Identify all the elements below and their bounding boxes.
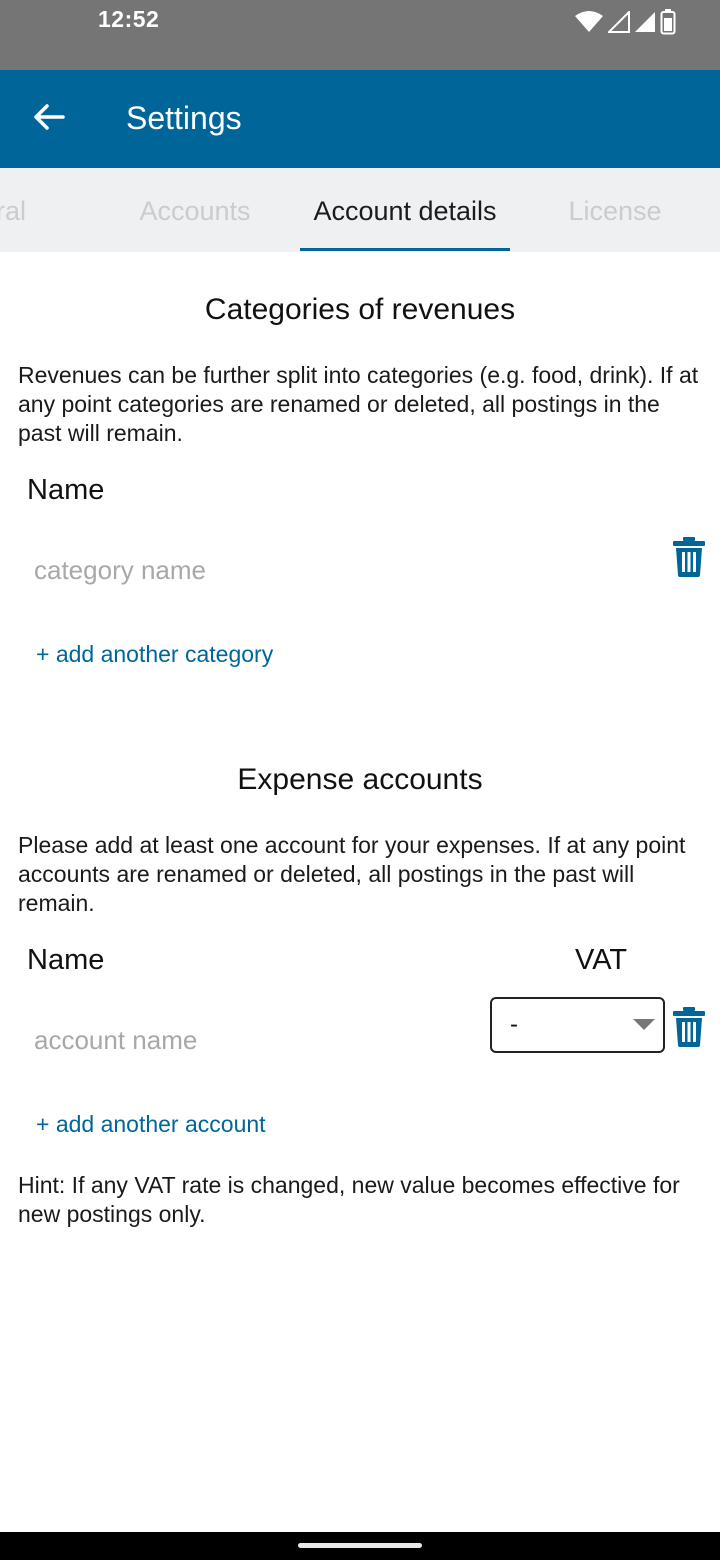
vat-hint: Hint: If any VAT rate is changed, new va… bbox=[18, 1172, 680, 1227]
category-name-input[interactable] bbox=[34, 547, 634, 593]
delete-category-button[interactable] bbox=[672, 537, 706, 577]
app-bar: Settings bbox=[0, 70, 720, 168]
account-name-input[interactable] bbox=[34, 1017, 474, 1063]
status-time: 12:52 bbox=[98, 6, 160, 32]
revenues-description: Revenues can be further split into categ… bbox=[18, 362, 699, 446]
vat-dropdown[interactable]: - bbox=[490, 997, 665, 1053]
tab-bar: ral Accounts Account details License bbox=[0, 168, 720, 252]
status-bar: 12:52 x bbox=[0, 0, 720, 70]
add-account-link[interactable]: + add another account bbox=[36, 1111, 266, 1138]
expenses-name-header: Name bbox=[27, 944, 105, 976]
tab-license[interactable]: License bbox=[545, 168, 685, 252]
tab-indicator bbox=[300, 248, 510, 251]
page-title: Settings bbox=[126, 100, 242, 136]
delete-account-button[interactable] bbox=[672, 1007, 706, 1047]
revenues-name-header: Name bbox=[27, 474, 105, 506]
expenses-vat-header: VAT bbox=[575, 944, 628, 976]
arrow-left-icon bbox=[33, 103, 65, 136]
tab-accounts[interactable]: Accounts bbox=[110, 168, 280, 252]
trash-icon bbox=[672, 1007, 706, 1051]
wifi-icon: x bbox=[574, 10, 604, 34]
revenues-title: Categories of revenues bbox=[204, 293, 516, 326]
chevron-down-icon bbox=[633, 1019, 655, 1030]
tab-account-details[interactable]: Account details bbox=[300, 168, 510, 252]
expenses-title: Expense accounts bbox=[237, 763, 483, 796]
tab-general[interactable]: ral bbox=[0, 168, 36, 252]
trash-icon bbox=[672, 537, 706, 581]
svg-text:x: x bbox=[595, 14, 600, 23]
vat-selected-value: - bbox=[510, 1011, 518, 1038]
status-icons: x bbox=[574, 8, 676, 36]
back-button[interactable] bbox=[24, 94, 74, 144]
signal-icon bbox=[608, 11, 630, 33]
expenses-description: Please add at least one account for your… bbox=[18, 832, 686, 916]
add-category-link[interactable]: + add another category bbox=[36, 641, 273, 668]
signal-icon bbox=[634, 11, 656, 33]
home-handle[interactable] bbox=[298, 1543, 422, 1548]
battery-icon bbox=[660, 9, 676, 35]
